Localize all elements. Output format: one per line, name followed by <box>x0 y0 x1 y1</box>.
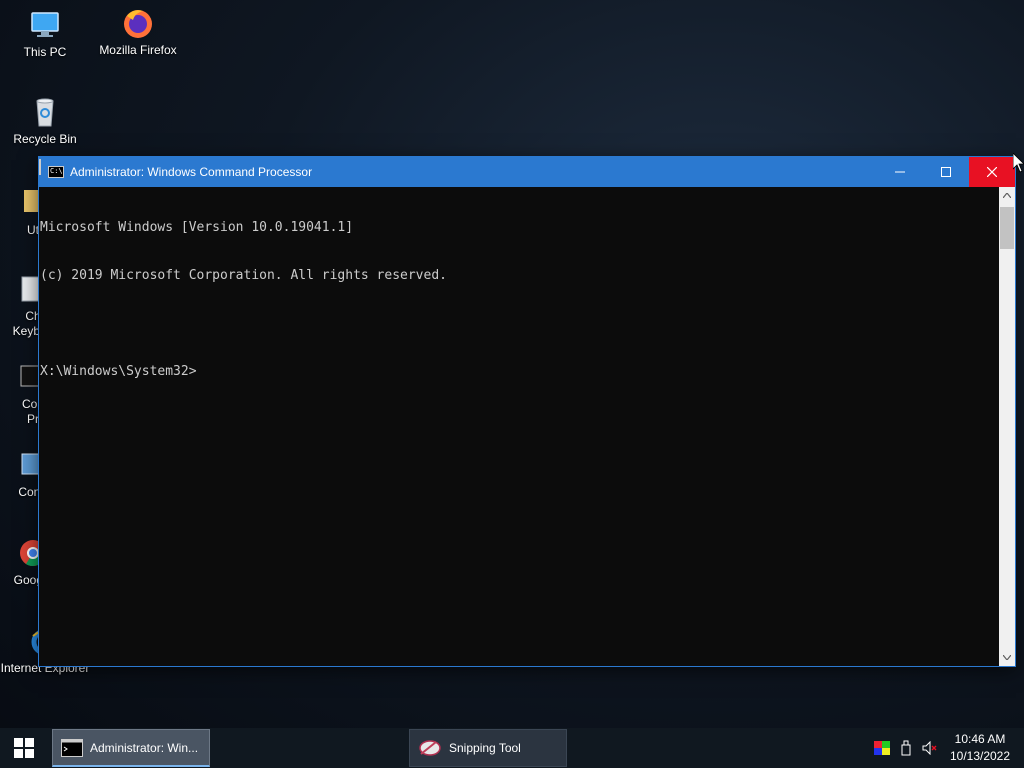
desktop-icon-label: This PC <box>23 45 67 59</box>
console-line: (c) 2019 Microsoft Corporation. All righ… <box>40 268 447 283</box>
mouse-pointer-icon <box>1013 153 1024 173</box>
minimize-icon <box>895 171 905 173</box>
desktop-icon-label: Mozilla Firefox <box>99 43 177 57</box>
tray-color-icon[interactable] <box>872 728 892 768</box>
taskbar: Administrator: Win... Snipping Tool 10:4… <box>0 728 1024 768</box>
this-pc-icon <box>31 12 59 37</box>
window-title: Administrator: Windows Command Processor <box>70 165 313 179</box>
scroll-thumb[interactable] <box>1000 207 1014 249</box>
close-icon <box>987 167 997 177</box>
console-line: Microsoft Windows [Version 10.0.19041.1] <box>40 220 354 235</box>
color-palette-icon <box>874 741 890 755</box>
vertical-scrollbar[interactable] <box>999 187 1015 666</box>
tray-volume-icon[interactable] <box>920 728 940 768</box>
windows-logo-icon <box>14 738 34 758</box>
tray-usb-icon[interactable] <box>896 728 916 768</box>
maximize-button[interactable] <box>923 157 969 187</box>
cmd-window[interactable]: C:\ Administrator: Windows Command Proce… <box>38 156 1016 667</box>
clock-date: 10/13/2022 <box>949 749 1011 763</box>
clock-time: 10:46 AM <box>954 732 1006 746</box>
taskbar-item-label: Snipping Tool <box>449 741 521 755</box>
taskbar-clock[interactable]: 10:46 AM 10/13/2022 <box>944 731 1016 765</box>
snipping-tool-icon <box>419 740 441 756</box>
minimize-button[interactable] <box>877 157 923 187</box>
desktop-icon-recycle-bin[interactable]: Recycle Bin <box>0 95 90 147</box>
scroll-up-button[interactable] <box>999 187 1015 204</box>
console-prompt: X:\Windows\System32> <box>40 364 197 379</box>
taskbar-item-label: Administrator: Win... <box>90 740 199 755</box>
cmd-icon: C:\ <box>48 166 64 178</box>
console-output[interactable]: Microsoft Windows [Version 10.0.19041.1]… <box>39 187 1000 666</box>
volume-muted-icon <box>922 741 937 755</box>
start-button[interactable] <box>0 728 48 768</box>
firefox-icon <box>124 10 152 38</box>
recycle-bin-icon <box>36 98 54 127</box>
desktop-icon-firefox[interactable]: Mozilla Firefox <box>93 6 183 58</box>
close-button[interactable] <box>969 157 1015 187</box>
cmd-icon <box>61 738 83 757</box>
window-titlebar[interactable]: C:\ Administrator: Windows Command Proce… <box>39 157 1015 187</box>
text-cursor <box>39 159 41 175</box>
chevron-down-icon <box>1003 655 1011 660</box>
chevron-up-icon <box>1003 193 1011 198</box>
system-tray: 10:46 AM 10/13/2022 <box>872 728 1024 768</box>
maximize-icon <box>941 167 951 177</box>
usb-drive-icon <box>901 740 911 756</box>
taskbar-item-cmd[interactable]: Administrator: Win... <box>52 729 210 767</box>
taskbar-item-snipping-tool[interactable]: Snipping Tool <box>409 729 567 767</box>
desktop-icon-label: Recycle Bin <box>13 132 77 146</box>
desktop-icon-this-pc[interactable]: This PC <box>0 8 90 60</box>
scroll-down-button[interactable] <box>999 649 1015 666</box>
